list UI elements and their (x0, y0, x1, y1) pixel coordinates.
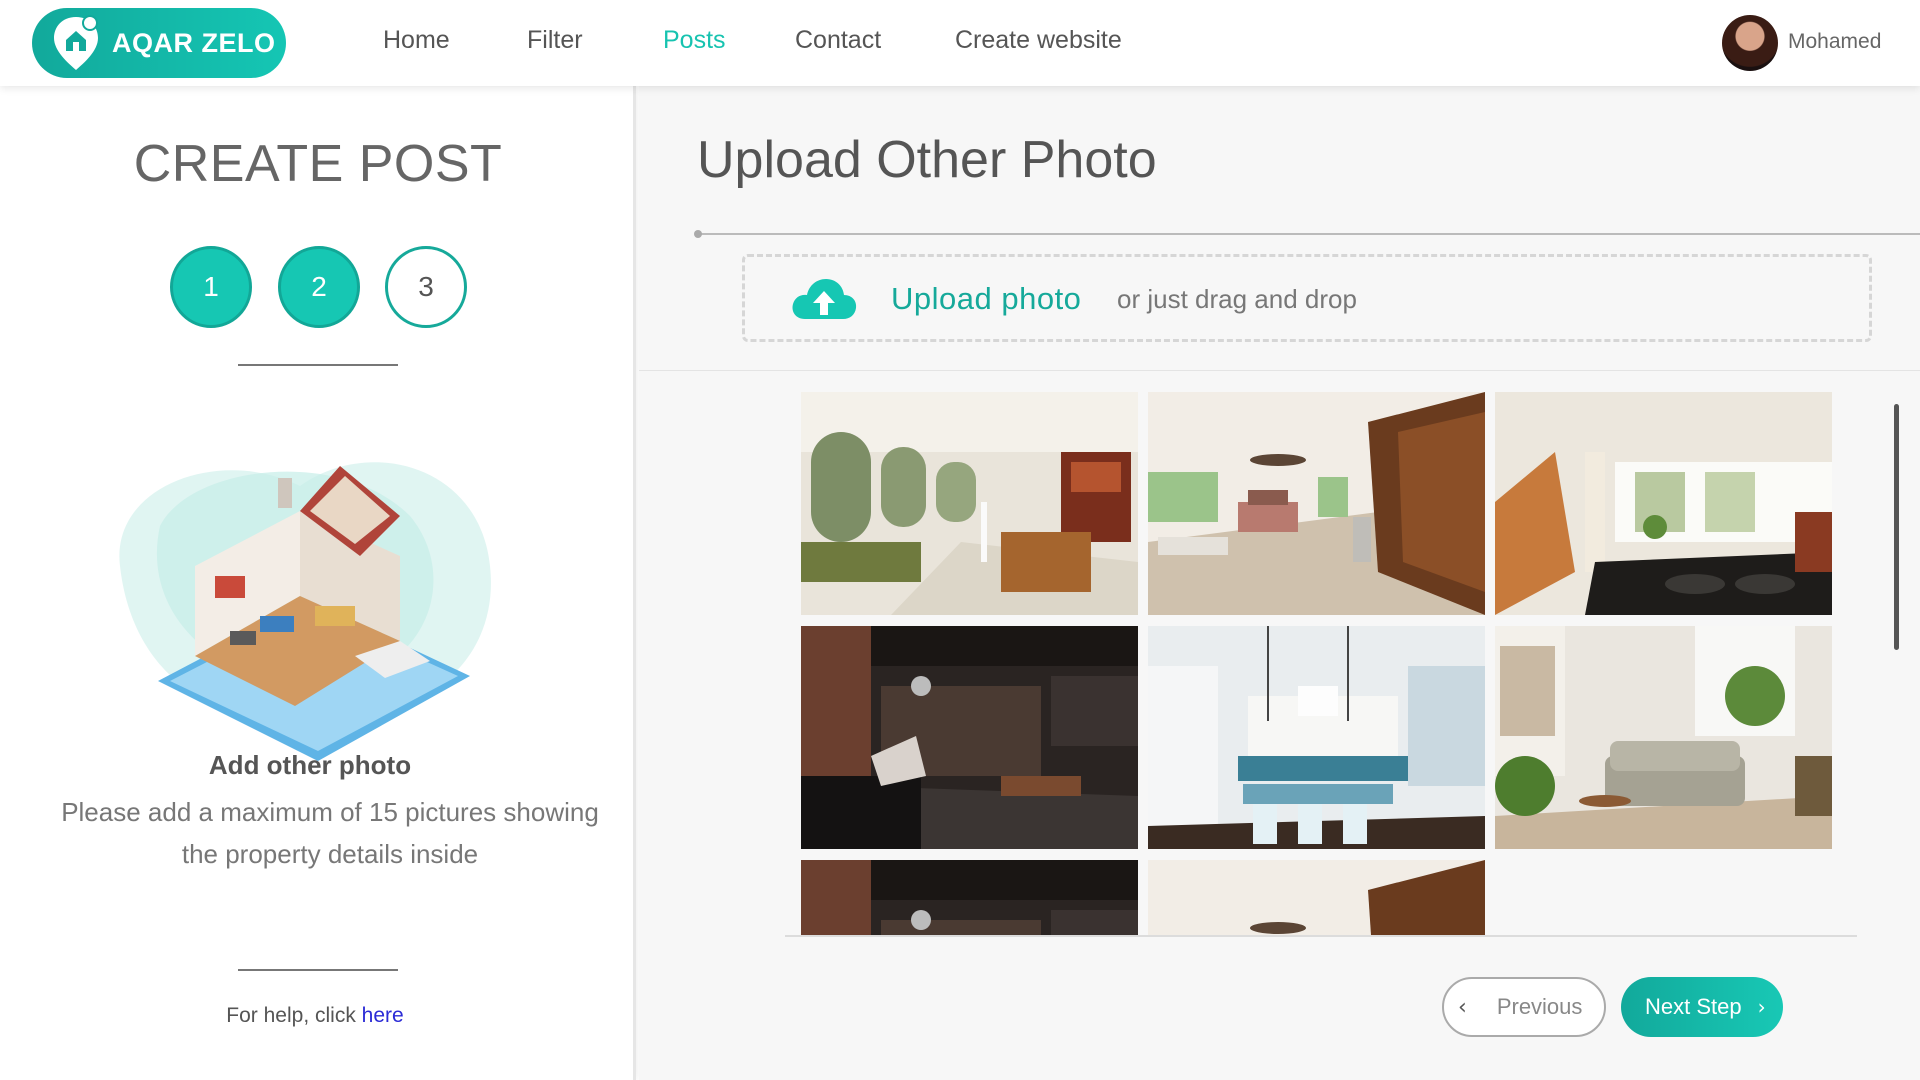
photo-dropzone[interactable]: Upload photo or just drag and drop (742, 254, 1872, 342)
photo-thumbnail[interactable] (801, 392, 1138, 615)
photo-thumbnail[interactable] (1148, 860, 1485, 936)
step-2[interactable]: 2 (278, 246, 360, 328)
page-title: CREATE POST (133, 135, 503, 193)
step-1[interactable]: 1 (170, 246, 252, 328)
nav-contact[interactable]: Contact (795, 26, 881, 55)
section-title: Upload Other Photo (697, 131, 1157, 189)
divider (238, 364, 398, 366)
brand-logo[interactable]: AQAR ZELO (32, 8, 286, 78)
add-photo-title: Add other photo (208, 750, 412, 780)
photo-thumbnail[interactable] (801, 860, 1138, 936)
cloud-upload-icon (789, 275, 859, 323)
nav-posts[interactable]: Posts (663, 26, 726, 55)
photo-thumbnail[interactable] (801, 626, 1138, 849)
upload-panel: Upload Other Photo Upload photo or just … (639, 86, 1920, 1080)
create-post-sidebar: CREATE POST 1 2 3 Add other photo Please… (0, 86, 636, 1080)
location-pin-icon (50, 13, 102, 73)
photo-thumbnail[interactable] (1148, 392, 1485, 615)
chevron-left-icon: ‹ (1458, 994, 1467, 1020)
brand-name: AQAR ZELO (112, 27, 276, 58)
gallery-bottom-border (785, 935, 1857, 937)
help-label: For help, click (226, 1004, 356, 1027)
next-step-label: Next Step (1645, 994, 1742, 1019)
nav-create-website[interactable]: Create website (955, 26, 1122, 55)
divider (238, 969, 398, 971)
photo-thumbnail[interactable] (1495, 626, 1832, 849)
previous-label: Previous (1496, 994, 1583, 1019)
help-text: For help, click here (0, 1004, 630, 1028)
gallery-scrollbar[interactable] (1894, 404, 1899, 650)
previous-button[interactable]: ‹ Previous (1442, 977, 1606, 1037)
top-navbar: AQAR ZELO Home Filter Posts Contact Crea… (0, 0, 1920, 86)
photo-thumbnail[interactable] (1148, 626, 1485, 849)
nav-filter[interactable]: Filter (527, 26, 583, 55)
upload-photo-link[interactable]: Upload photo (891, 281, 1081, 317)
drag-drop-hint: or just drag and drop (1117, 284, 1357, 314)
house-illustration (100, 426, 510, 776)
step-3[interactable]: 3 (385, 246, 467, 328)
help-link[interactable]: here (362, 1004, 404, 1027)
title-underline-dot (694, 230, 702, 238)
photo-thumbnail[interactable] (1495, 392, 1832, 615)
nav-home[interactable]: Home (383, 26, 450, 55)
add-photo-description: Please add a maximum of 15 pictures show… (61, 797, 599, 869)
photo-gallery[interactable] (801, 392, 1901, 936)
chevron-right-icon: › (1757, 995, 1766, 1019)
user-name[interactable]: Mohamed (1788, 30, 1881, 54)
title-underline (697, 233, 1920, 235)
user-avatar[interactable] (1722, 15, 1778, 71)
next-step-button[interactable]: Next Step › (1621, 977, 1783, 1037)
section-separator (639, 370, 1920, 371)
